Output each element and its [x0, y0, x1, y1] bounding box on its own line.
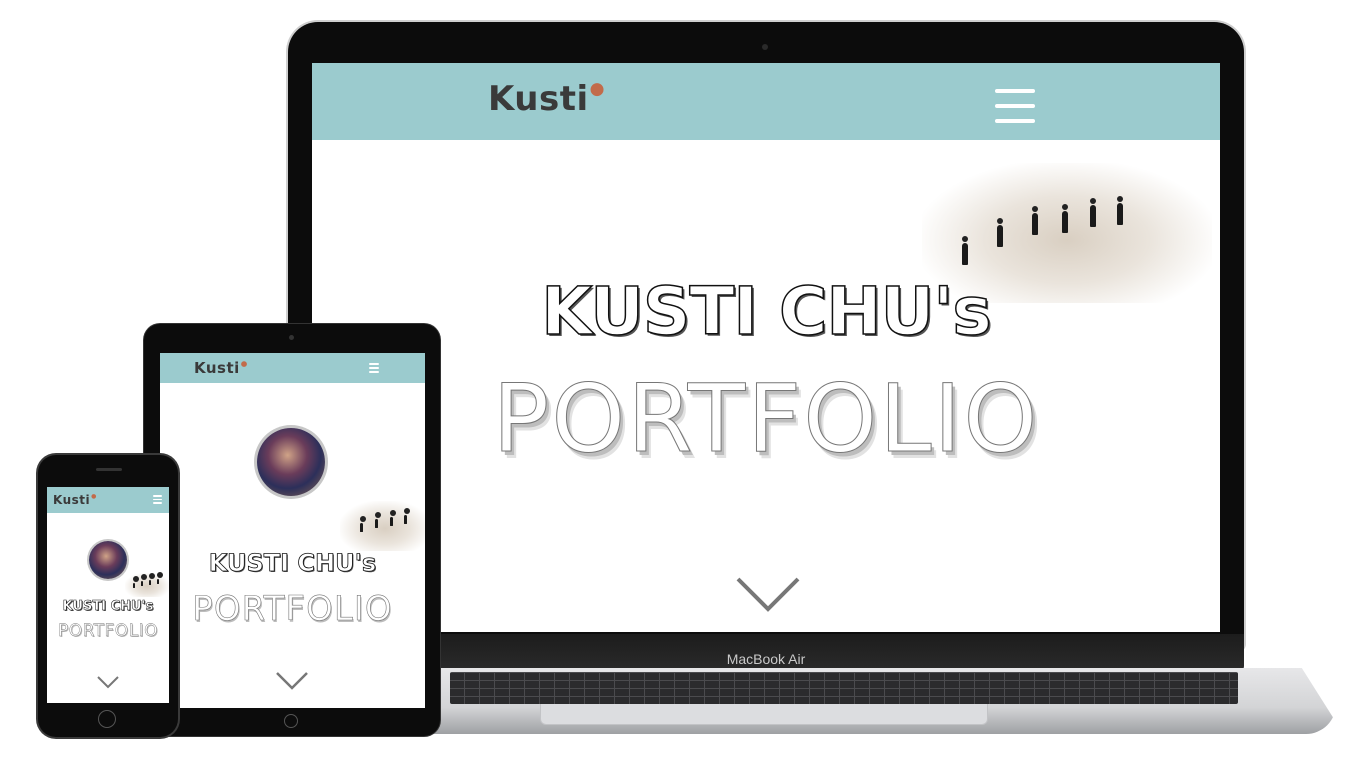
logo-text: Kusti	[488, 79, 589, 119]
hero-title: KUSTI CHU's	[208, 549, 377, 578]
laptop-keyboard	[450, 672, 1238, 704]
laptop-trackpad	[540, 704, 988, 725]
tablet-home-button[interactable]	[284, 714, 298, 728]
avatar	[257, 428, 325, 496]
hero-photo	[125, 572, 169, 597]
laptop-camera	[762, 44, 768, 50]
chevron-down-icon[interactable]	[97, 675, 119, 689]
paw-icon: ●	[589, 79, 605, 99]
hero-title: KUSTI CHU's	[541, 272, 993, 351]
avatar	[89, 541, 127, 579]
chevron-down-icon[interactable]	[736, 575, 800, 615]
hero-photo	[340, 501, 425, 551]
hero-subtitle: PORTFOLIO	[492, 365, 1040, 475]
laptop-screen: Kusti● KUSTI CHU's PORTFOLIO	[312, 63, 1220, 632]
site-header: Kusti●	[160, 353, 425, 383]
phone-home-button[interactable]	[98, 710, 116, 728]
phone-screen: Kusti● KUSTI CHU's PORTFOLIO	[47, 487, 169, 703]
site-logo[interactable]: Kusti●	[53, 493, 97, 507]
hero-title: KUSTI CHU's	[62, 599, 154, 615]
tablet-camera	[289, 335, 294, 340]
site-header: Kusti●	[312, 63, 1220, 140]
hero-subtitle: PORTFOLIO	[192, 589, 393, 630]
site-header: Kusti●	[47, 487, 169, 513]
hero-subtitle: PORTFOLIO	[57, 621, 159, 641]
chevron-down-icon[interactable]	[276, 671, 308, 691]
site-logo[interactable]: Kusti●	[488, 79, 605, 119]
hamburger-menu-icon[interactable]	[369, 363, 379, 373]
paw-icon: ●	[240, 359, 248, 368]
logo-text: Kusti	[53, 493, 91, 507]
phone-speaker	[96, 468, 122, 471]
tablet-screen: Kusti● KUSTI CHU's PORTFOLIO	[160, 353, 425, 708]
paw-icon: ●	[91, 493, 97, 500]
site-logo[interactable]: Kusti●	[194, 359, 248, 377]
hamburger-menu-icon[interactable]	[995, 89, 1035, 123]
hamburger-menu-icon[interactable]	[153, 495, 162, 504]
logo-text: Kusti	[194, 359, 240, 377]
